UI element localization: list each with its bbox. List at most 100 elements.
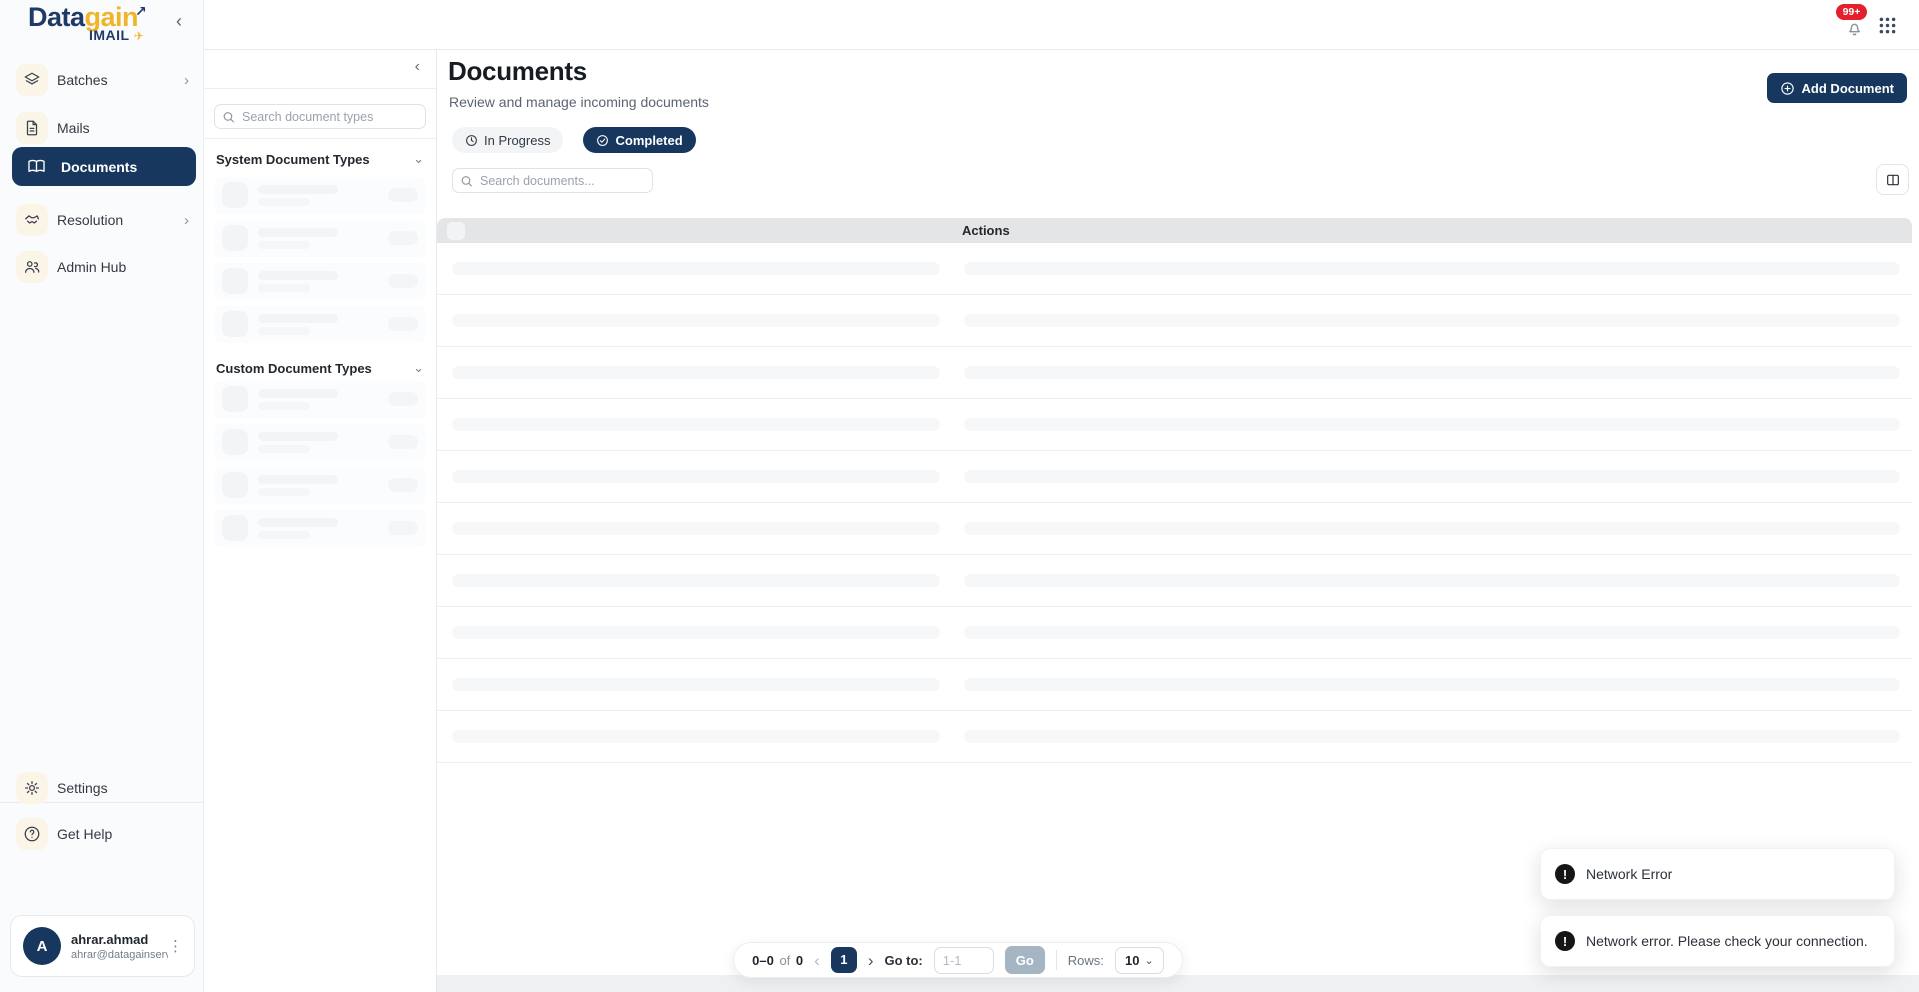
- sidebar-collapse-chevron[interactable]: ‹: [176, 11, 182, 32]
- skeleton-line: [258, 198, 310, 206]
- chevron-down-icon: ⌄: [413, 151, 424, 167]
- notification-badge: 99+: [1836, 4, 1867, 20]
- skeleton-line: [258, 327, 310, 335]
- chevron-right-icon: ›: [184, 72, 189, 89]
- skeleton-avatar: [222, 429, 248, 455]
- table-row-skeleton: [437, 347, 1912, 399]
- handshake-icon: [16, 204, 48, 236]
- rows-label: Rows:: [1068, 953, 1104, 968]
- doc-type-skeleton-item: [214, 381, 426, 418]
- add-document-button[interactable]: Add Document: [1767, 73, 1907, 103]
- section-header-system-document-types[interactable]: System Document Types ⌄: [216, 151, 424, 167]
- go-button[interactable]: Go: [1005, 946, 1045, 974]
- skeleton-avatar: [222, 268, 248, 294]
- column-settings-button[interactable]: [1876, 164, 1909, 195]
- system-document-types-list: [214, 177, 426, 349]
- skeleton-line: [258, 241, 310, 249]
- datagain-imail-logo: Datagain↗ IMAIL ✈: [28, 4, 146, 42]
- pagination-bar: 0–0 of 0 ‹ 1 › Go to: Go Rows: 10 ⌄: [733, 942, 1183, 978]
- logo-product-name: IMAIL: [89, 27, 129, 43]
- user-profile-card[interactable]: A ahrar.ahmad ahrar@datagainservice... ⋮: [10, 915, 195, 977]
- sidebar-item-get-help[interactable]: Get Help: [0, 814, 203, 854]
- panel-collapse-chevron[interactable]: ‹: [415, 58, 420, 76]
- row-skeleton-bar: [452, 522, 940, 535]
- table-row-skeleton: [437, 243, 1912, 295]
- table-row-skeleton: [437, 451, 1912, 503]
- skeleton-pill: [388, 435, 418, 449]
- skeleton-line: [258, 432, 338, 441]
- notifications-button[interactable]: 99+: [1843, 14, 1867, 38]
- chevron-down-icon: ⌄: [1145, 954, 1154, 967]
- row-skeleton-bar: [964, 470, 1900, 483]
- skeleton-line: [258, 185, 338, 194]
- help-circle-icon: [16, 818, 48, 850]
- sidebar-item-resolution[interactable]: Resolution ›: [0, 200, 203, 240]
- plus-circle-icon: [1780, 81, 1795, 96]
- skeleton-pill: [388, 521, 418, 535]
- skeleton-line: [258, 475, 338, 484]
- row-skeleton-bar: [452, 418, 940, 431]
- doc-type-skeleton-item: [214, 306, 426, 343]
- custom-document-types-list: [214, 381, 426, 553]
- toast-message: Network Error: [1586, 866, 1672, 882]
- logo-word-data: Data: [28, 2, 85, 32]
- row-skeleton-bar: [452, 730, 940, 743]
- search-documents-input[interactable]: [452, 168, 653, 193]
- document-types-panel: ‹ System Document Types ⌄ Custom Documen…: [204, 50, 437, 992]
- doc-type-skeleton-item: [214, 263, 426, 300]
- book-open-icon: [20, 151, 52, 183]
- search-document-types-input[interactable]: [214, 104, 426, 129]
- skeleton-line: [258, 488, 310, 496]
- tab-completed[interactable]: Completed: [583, 127, 695, 153]
- sidebar-item-admin-hub[interactable]: Admin Hub: [0, 247, 203, 287]
- bottom-background-strip: [437, 975, 1919, 992]
- section-header-custom-document-types[interactable]: Custom Document Types ⌄: [216, 360, 424, 376]
- pagination-total: 0: [796, 953, 803, 968]
- apps-grid-icon[interactable]: [1877, 15, 1898, 36]
- table-row-skeleton: [437, 659, 1912, 711]
- goto-page-input[interactable]: [934, 947, 994, 974]
- divider: [1056, 950, 1057, 970]
- sidebar: Datagain↗ IMAIL ✈ ‹ Batches › Mails: [0, 0, 204, 992]
- page-subtitle: Review and manage incoming documents: [449, 94, 709, 110]
- page-title: Documents: [448, 56, 587, 87]
- logo-arrow-icon: ↗: [135, 3, 146, 19]
- rows-per-page-select[interactable]: 10 ⌄: [1115, 947, 1164, 974]
- toast-message: Network error. Please check your connect…: [1586, 933, 1868, 949]
- table-row-skeleton: [437, 555, 1912, 607]
- sidebar-item-batches[interactable]: Batches ›: [0, 60, 203, 100]
- skeleton-avatar: [222, 386, 248, 412]
- row-skeleton-bar: [964, 626, 1900, 639]
- row-skeleton-bar: [964, 522, 1900, 535]
- pagination-range: 0–0: [752, 953, 774, 968]
- sidebar-item-mails[interactable]: Mails: [0, 108, 203, 148]
- next-page-chevron[interactable]: ›: [868, 952, 874, 969]
- status-tabs: In Progress Completed: [452, 127, 696, 153]
- row-skeleton-bar: [452, 678, 940, 691]
- bell-icon: [1845, 19, 1864, 38]
- skeleton-line: [258, 271, 338, 280]
- doc-type-skeleton-item: [214, 424, 426, 461]
- gear-icon: [16, 772, 48, 804]
- skeleton-line: [258, 314, 338, 323]
- toast-network-error-connection[interactable]: ! Network error. Please check your conne…: [1540, 915, 1895, 967]
- sidebar-item-settings[interactable]: Settings: [0, 768, 203, 808]
- row-skeleton-bar: [964, 262, 1900, 275]
- row-skeleton-bar: [964, 366, 1900, 379]
- file-text-icon: [16, 112, 48, 144]
- users-icon: [16, 251, 48, 283]
- skeleton-line: [258, 518, 338, 527]
- kebab-menu-icon[interactable]: ⋮: [168, 937, 184, 955]
- doc-type-skeleton-item: [214, 177, 426, 214]
- toast-network-error[interactable]: ! Network Error: [1540, 848, 1895, 900]
- divider: [204, 138, 436, 139]
- row-skeleton-bar: [452, 470, 940, 483]
- skeleton-pill: [388, 188, 418, 202]
- skeleton-avatar: [222, 225, 248, 251]
- tab-in-progress[interactable]: In Progress: [452, 127, 563, 153]
- previous-page-chevron[interactable]: ‹: [814, 952, 820, 969]
- table-body: [437, 243, 1912, 763]
- sidebar-item-documents[interactable]: Documents: [12, 147, 196, 186]
- current-page-button[interactable]: 1: [831, 947, 857, 973]
- clock-icon: [465, 134, 478, 147]
